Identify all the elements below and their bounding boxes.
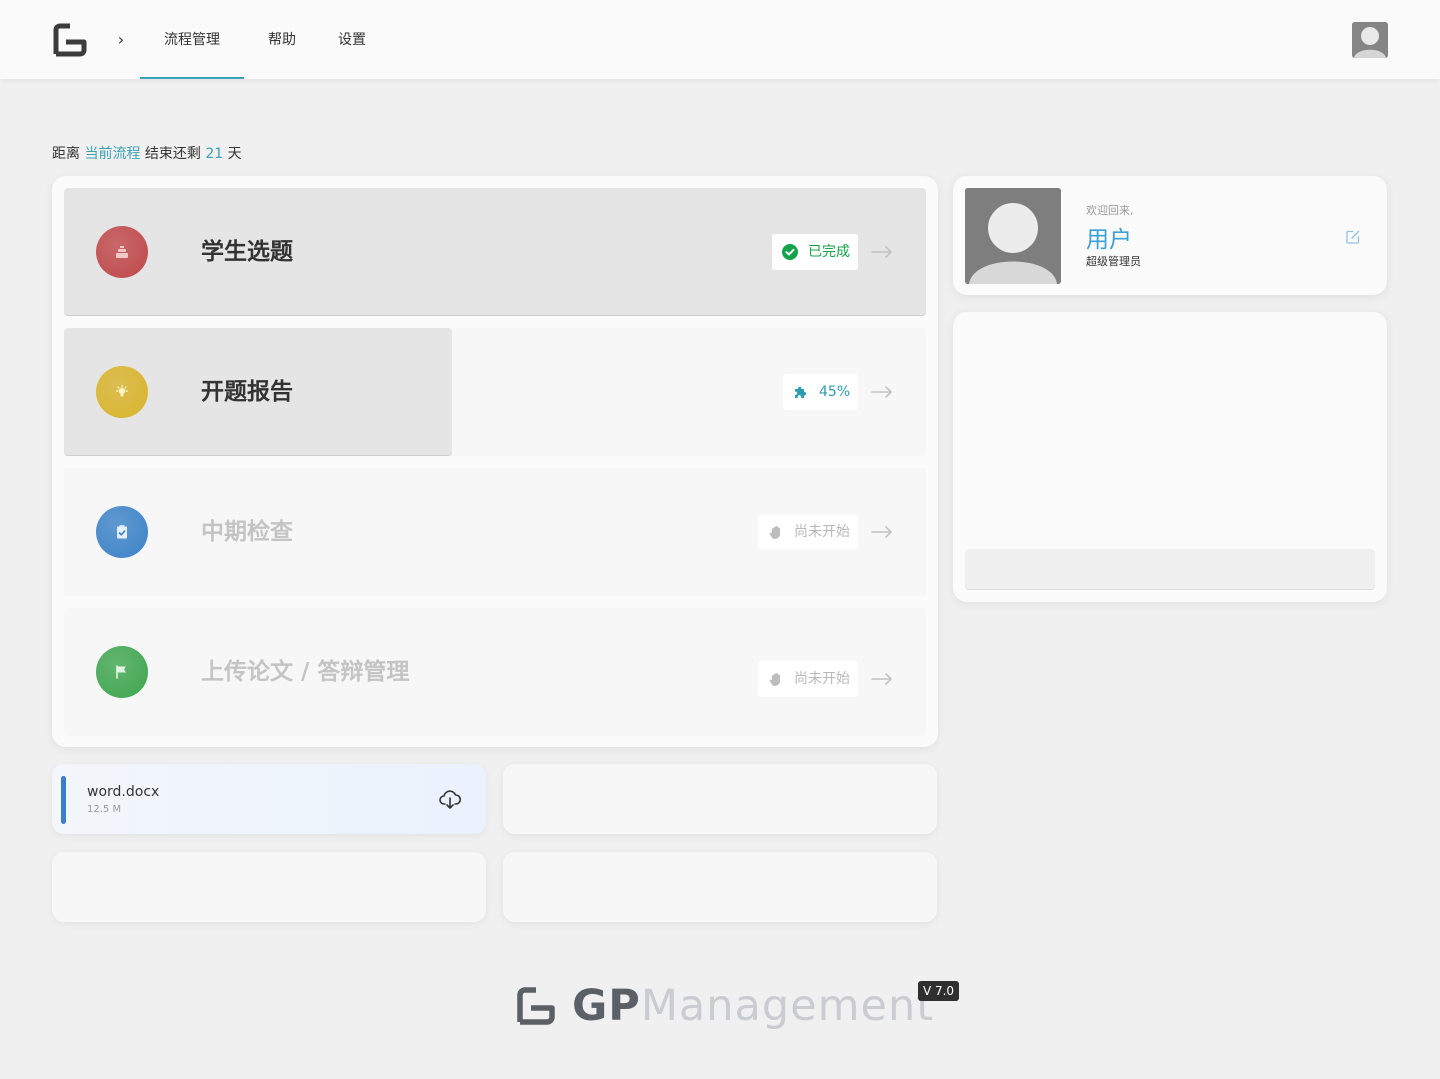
countdown-text: 距离 当前流程 结束还剩 21 天 bbox=[52, 144, 242, 164]
nav-tab-process[interactable]: 流程管理 bbox=[140, 0, 244, 79]
file-card-empty[interactable] bbox=[52, 852, 486, 922]
file-card[interactable]: word.docx 12.5 M bbox=[52, 764, 486, 834]
check-circle-icon bbox=[782, 244, 798, 260]
clipboard-check-icon bbox=[117, 525, 127, 539]
step-icon-circle bbox=[96, 366, 148, 418]
app-logo-icon[interactable] bbox=[52, 22, 88, 58]
step-status-label: 已完成 bbox=[808, 244, 850, 260]
user-card: 欢迎回来, 用户 超级管理员 bbox=[953, 176, 1387, 295]
file-name: word.docx bbox=[87, 784, 160, 800]
version-badge: V 7.0 bbox=[918, 981, 959, 1001]
step-status-badge: 尚未开始 bbox=[758, 661, 858, 697]
step-status-badge: 尚未开始 bbox=[758, 514, 858, 550]
cloud-download-icon[interactable] bbox=[438, 787, 462, 811]
breadcrumb-chevron-icon: › bbox=[117, 30, 125, 49]
countdown-suffix: 天 bbox=[227, 146, 242, 162]
user-name: 用户 bbox=[1086, 227, 1132, 253]
step-icon-circle bbox=[96, 506, 148, 558]
user-role: 超级管理员 bbox=[1086, 255, 1141, 268]
file-card-empty[interactable] bbox=[503, 764, 937, 834]
hand-icon bbox=[769, 526, 780, 539]
current-process-link[interactable]: 当前流程 bbox=[84, 146, 140, 162]
file-accent-bar bbox=[61, 776, 66, 824]
process-step[interactable]: 开题报告 45% bbox=[64, 328, 926, 456]
step-title: 上传论文 / 答辩管理 bbox=[201, 659, 410, 685]
hand-icon bbox=[769, 673, 780, 686]
brand-name: GPManagement bbox=[572, 981, 934, 1031]
stack-icon bbox=[116, 246, 128, 258]
file-card-empty[interactable] bbox=[503, 852, 937, 922]
process-step[interactable]: 中期检查 尚未开始 bbox=[64, 468, 926, 596]
step-title: 中期检查 bbox=[201, 519, 293, 545]
brand-management: Management bbox=[640, 981, 935, 1031]
arrow-right-icon[interactable] bbox=[870, 380, 894, 404]
countdown-middle: 结束还剩 bbox=[144, 146, 201, 162]
user-avatar-icon bbox=[965, 188, 1061, 284]
puzzle-icon bbox=[795, 386, 807, 398]
step-icon-circle bbox=[96, 646, 148, 698]
step-status-label: 尚未开始 bbox=[794, 671, 850, 687]
process-step[interactable]: 上传论文 / 答辩管理 尚未开始 bbox=[64, 608, 926, 736]
arrow-right-icon[interactable] bbox=[870, 520, 894, 544]
brand-gp: GP bbox=[572, 981, 641, 1031]
step-title: 开题报告 bbox=[201, 379, 293, 405]
step-status-badge: 已完成 bbox=[772, 234, 858, 270]
lightbulb-icon bbox=[115, 384, 129, 397]
user-avatar[interactable] bbox=[965, 188, 1061, 284]
step-status-label: 尚未开始 bbox=[794, 524, 850, 540]
nav-tab-help[interactable]: 帮助 bbox=[258, 0, 306, 79]
countdown-days: 21 bbox=[205, 146, 224, 162]
file-size: 12.5 M bbox=[87, 804, 122, 815]
step-icon-circle bbox=[96, 226, 148, 278]
header-avatar[interactable] bbox=[1352, 22, 1388, 58]
welcome-text: 欢迎回来, bbox=[1086, 204, 1134, 217]
process-panel: 学生选题 已完成 开题报告 45% 中期检查 尚未开始 上传论文 / 答辩管理 … bbox=[52, 176, 938, 747]
side-panel bbox=[953, 312, 1387, 602]
side-panel-bar[interactable] bbox=[965, 549, 1375, 590]
user-avatar-icon bbox=[1352, 22, 1388, 58]
brand-logo-icon bbox=[517, 987, 555, 1025]
countdown-prefix: 距离 bbox=[52, 146, 80, 162]
arrow-right-icon[interactable] bbox=[870, 240, 894, 264]
nav-tab-settings[interactable]: 设置 bbox=[328, 0, 376, 79]
edit-icon[interactable] bbox=[1345, 229, 1361, 245]
step-title: 学生选题 bbox=[201, 239, 293, 265]
flag-icon bbox=[116, 665, 126, 679]
step-status-label: 45% bbox=[819, 384, 851, 400]
process-step[interactable]: 学生选题 已完成 bbox=[64, 188, 926, 316]
step-status-badge: 45% bbox=[783, 374, 858, 410]
top-header: › 流程管理 帮助 设置 bbox=[0, 0, 1440, 79]
arrow-right-icon[interactable] bbox=[870, 667, 894, 691]
